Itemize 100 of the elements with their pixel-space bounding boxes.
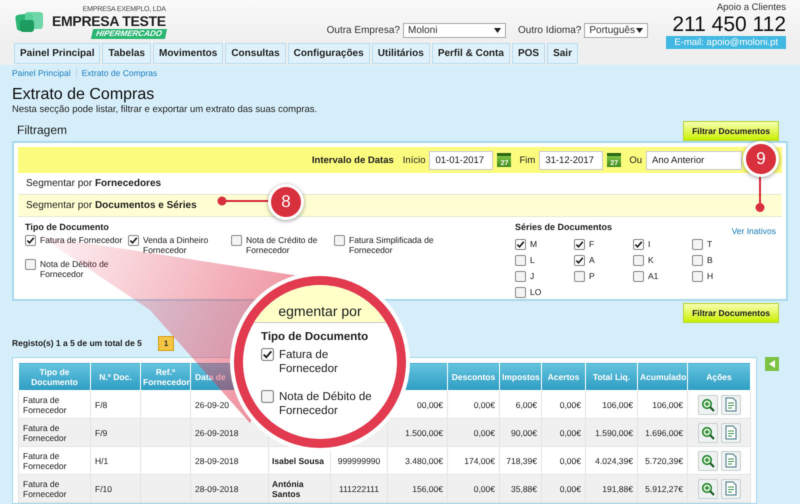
checkbox[interactable] <box>25 259 36 270</box>
start-date-field[interactable]: 01-01-2017 <box>429 150 494 170</box>
page-title: Extrato de Compras <box>12 86 156 104</box>
period-select[interactable]: Ano Anterior <box>646 150 742 170</box>
table-cell: 5.912,27€ <box>638 474 688 502</box>
checkbox-label: LO <box>530 287 542 297</box>
company-name: EMPRESA TESTE <box>52 14 166 28</box>
record-count: Registo(s) 1 a 5 de um total de 5 <box>12 338 142 348</box>
page-description: Nesta secção pode listar, filtrar e exportar um extrato das suas compras. <box>12 104 318 115</box>
checkbox-label: L <box>530 255 535 265</box>
breadcrumb-link[interactable]: Painel Principal <box>12 68 71 78</box>
checkbox[interactable] <box>334 235 345 246</box>
checkbox[interactable] <box>633 239 644 250</box>
column-header: Acertos <box>542 362 586 390</box>
checkbox[interactable] <box>574 255 585 266</box>
nav-tab[interactable]: Utilitários <box>372 43 430 64</box>
table-cell: 0,00€ <box>448 418 500 446</box>
support-label: Apoio a Clientes <box>716 3 786 12</box>
document-button[interactable] <box>720 450 740 470</box>
checkbox-label: H <box>707 271 714 281</box>
filter-button[interactable]: Filtrar Documentos <box>683 303 779 323</box>
or-label: Ou <box>629 154 642 166</box>
column-header: Total Liq. <box>586 362 638 390</box>
breadcrumb-link[interactable]: Extrato de Compras <box>76 68 158 78</box>
company-select[interactable]: Moloni <box>402 23 506 38</box>
document-button[interactable] <box>720 422 740 442</box>
checkbox-label: Venda a Dinheiro Fornecedor <box>143 235 210 255</box>
nav-tab[interactable]: Movimentos <box>152 43 224 64</box>
checkbox[interactable] <box>261 390 274 403</box>
language-select[interactable]: Português <box>584 23 648 38</box>
checkbox[interactable] <box>515 239 526 250</box>
table-cell: 1.696,00€ <box>638 418 688 446</box>
checkbox[interactable] <box>515 255 526 266</box>
document-button[interactable] <box>720 394 740 414</box>
group-title: Séries de Documentos <box>515 222 612 232</box>
table-cell: F/9 <box>90 418 140 446</box>
column-header: N.º Doc. <box>90 362 140 390</box>
table-cell: 0,00€ <box>448 474 500 502</box>
end-date-field[interactable]: 31-12-2017 <box>539 150 604 170</box>
magnified-group-title: Tipo de Documento <box>261 331 370 343</box>
support-phone: 211 450 112 <box>672 14 786 34</box>
checkbox-label: Fatura Simplificada de Fornecedor <box>349 235 434 255</box>
group-title: Tipo de Documento <box>25 222 109 232</box>
company-badge: HIPERMERCADO <box>90 28 167 38</box>
nav-tab[interactable]: Tabelas <box>102 43 151 64</box>
table-cell: Antónia Santos <box>268 474 330 502</box>
leader-line <box>217 196 269 206</box>
table-cell: 111222111 <box>330 474 388 502</box>
leader-line <box>755 176 765 213</box>
nav-tab[interactable]: POS <box>512 43 546 64</box>
checkbox[interactable] <box>692 255 703 266</box>
zoom-icon <box>700 426 714 440</box>
checkbox[interactable] <box>515 287 526 298</box>
nav-tab[interactable]: Painel Principal <box>14 43 100 64</box>
checkbox[interactable] <box>231 235 242 246</box>
checkbox[interactable] <box>692 239 703 250</box>
checkbox-label: A1 <box>648 271 658 281</box>
filter-button[interactable]: Filtrar Documentos <box>683 121 779 141</box>
checkbox-label: A <box>589 255 595 265</box>
checkbox[interactable] <box>25 235 36 246</box>
nav-tab[interactable]: Perfil & Conta <box>432 43 510 64</box>
view-button[interactable] <box>698 422 718 442</box>
table-cell: 156,00€ <box>388 474 448 502</box>
checkbox-label: K <box>648 255 654 265</box>
checkbox-label: I <box>648 239 650 249</box>
table-cell: 90,00€ <box>500 418 542 446</box>
checkbox[interactable] <box>261 348 274 361</box>
column-header: Ações <box>688 362 750 390</box>
checkbox[interactable] <box>574 239 585 250</box>
checkbox[interactable] <box>692 271 703 282</box>
checkbox[interactable] <box>128 235 139 246</box>
table-cell: 28-09-2018 <box>190 474 268 502</box>
view-button[interactable] <box>698 478 718 498</box>
zoom-icon <box>700 398 714 412</box>
date-range-label: Intervalo de Datas <box>312 154 394 166</box>
checkbox-label: T <box>707 239 712 249</box>
checkbox[interactable] <box>633 255 644 266</box>
magnified-checkbox-label: Nota de Débito de Fornecedor <box>279 390 373 418</box>
column-header: Ref.ª Fornecedor <box>140 362 190 390</box>
nav-tab[interactable]: Consultas <box>225 43 286 64</box>
end-label: Fim <box>519 154 536 166</box>
nav-tab[interactable]: Configurações <box>288 43 370 64</box>
view-button[interactable] <box>698 450 718 470</box>
column-header: Acumulado <box>638 362 688 390</box>
nav-tab[interactable]: Sair <box>547 43 578 64</box>
column-header: Tipo de Documento <box>18 362 90 390</box>
checkbox[interactable] <box>515 271 526 282</box>
checkbox[interactable] <box>633 271 644 282</box>
document-icon <box>724 425 736 440</box>
logo-icon <box>14 10 46 34</box>
table-cell: Fatura de Fornecedor <box>18 474 90 502</box>
table-cell: 1.500,00€ <box>388 418 448 446</box>
magnified-text: egmentar por <box>278 303 362 319</box>
view-button[interactable] <box>698 394 718 414</box>
checkbox-label: B <box>707 255 713 265</box>
page-button[interactable]: 1 <box>158 336 174 350</box>
checkbox[interactable] <box>574 271 585 282</box>
table-cell: 1.590,00€ <box>586 418 638 446</box>
document-button[interactable] <box>720 478 740 498</box>
zoom-icon <box>700 454 714 468</box>
